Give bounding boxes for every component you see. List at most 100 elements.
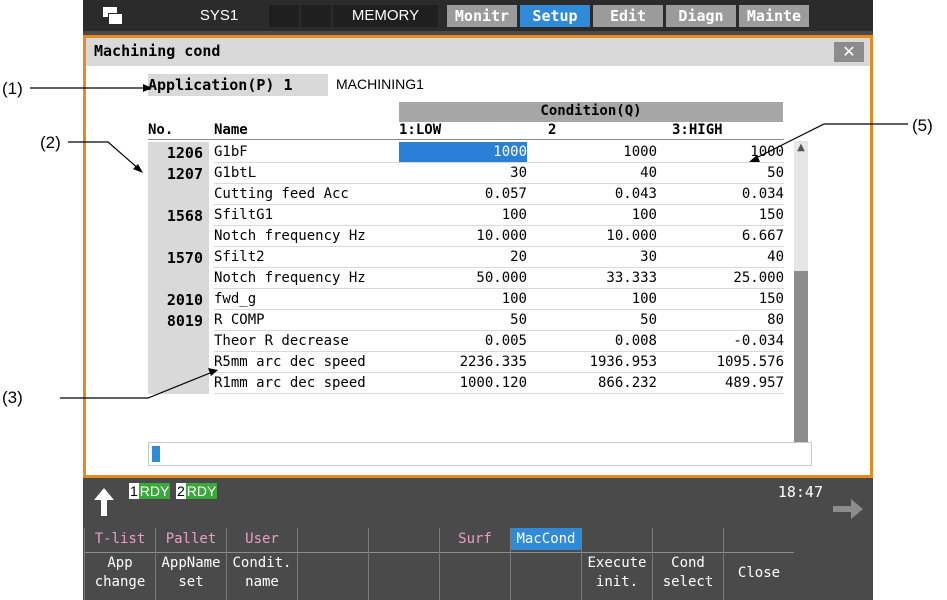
value-low[interactable]: 100 xyxy=(399,289,527,310)
window-switch-icon[interactable] xyxy=(103,7,123,25)
table-row[interactable]: R1mm arc dec speed 1000.120 866.232 489.957 xyxy=(148,373,784,394)
condition-header: Condition(Q) xyxy=(399,102,783,122)
value-low[interactable]: 0.057 xyxy=(399,184,527,205)
value-mid[interactable]: 100 xyxy=(527,205,657,226)
value-high[interactable]: 50 xyxy=(657,163,784,184)
mode-label: MEMORY xyxy=(333,5,438,27)
value-high[interactable]: 25.000 xyxy=(657,268,784,289)
param-number: 1570 xyxy=(148,247,209,268)
value-low[interactable]: 10.000 xyxy=(399,226,527,247)
menu-diagn[interactable]: Diagn xyxy=(666,5,736,27)
value-low[interactable]: 50.000 xyxy=(399,268,527,289)
softkey-divider xyxy=(369,552,439,553)
value-high[interactable]: 6.667 xyxy=(657,226,784,247)
status-slot-2 xyxy=(301,5,331,27)
table-row[interactable]: Notch frequency Hz 10.000 10.000 6.667 xyxy=(148,226,784,247)
rdy1-number: 1 xyxy=(129,483,139,499)
softkey-top-label: Surf xyxy=(458,531,492,547)
close-icon[interactable]: ✕ xyxy=(834,42,864,62)
value-low[interactable]: 2236.335 xyxy=(399,352,527,373)
table-row[interactable]: 1206 G1bF 1000 1000 1000 xyxy=(148,142,784,163)
value-mid[interactable]: 30 xyxy=(527,247,657,268)
softkey-top-label: User xyxy=(245,531,279,547)
value-high[interactable]: 489.957 xyxy=(657,373,784,394)
forward-arrow-icon[interactable] xyxy=(831,496,865,522)
table-row[interactable]: 8019 R COMP 50 50 80 xyxy=(148,310,784,331)
scroll-up-icon[interactable]: ▲ xyxy=(794,141,808,155)
value-mid[interactable]: 100 xyxy=(527,289,657,310)
application-value[interactable]: MACHINING1 xyxy=(336,76,424,92)
param-number: 8019 xyxy=(148,310,209,331)
menu-edit[interactable]: Edit xyxy=(593,5,663,27)
annotation-5: (5) xyxy=(912,116,933,135)
value-mid[interactable]: 1936.953 xyxy=(527,352,657,373)
value-high[interactable]: 150 xyxy=(657,289,784,310)
softkey-top-label: MacCond xyxy=(511,528,581,550)
menu-setup[interactable]: Setup xyxy=(520,5,590,27)
value-mid[interactable]: 40 xyxy=(527,163,657,184)
value-low[interactable]: 1000.120 xyxy=(399,373,527,394)
value-low[interactable]: 50 xyxy=(399,310,527,331)
value-low[interactable]: 20 xyxy=(399,247,527,268)
softkey-5[interactable] xyxy=(368,528,439,600)
value-low[interactable]: 100 xyxy=(399,205,527,226)
menu-mainte[interactable]: Mainte xyxy=(739,5,809,27)
table-row[interactable]: 1207 G1btL 30 40 50 xyxy=(148,163,784,184)
value-high[interactable]: 0.034 xyxy=(657,184,784,205)
top-status-bar: SYS1 MEMORY Monitr Setup Edit Diagn Main… xyxy=(83,0,873,31)
table-row[interactable]: 1568 SfiltG1 100 100 150 xyxy=(148,205,784,226)
softkey-bottom-label: Close xyxy=(737,565,781,581)
value-mid[interactable]: 10.000 xyxy=(527,226,657,247)
table-row[interactable]: 2010 fwd_g 100 100 150 xyxy=(148,289,784,310)
row-divider xyxy=(214,393,784,394)
annotation-3: (3) xyxy=(2,388,23,407)
col1-header: 1:LOW xyxy=(399,122,442,138)
scrollbar[interactable]: ▲ ▼ xyxy=(794,141,808,461)
value-mid[interactable]: 0.008 xyxy=(527,331,657,352)
value-mid[interactable]: 50 xyxy=(527,310,657,331)
table-row[interactable]: Theor R decrease 0.005 0.008 -0.034 xyxy=(148,331,784,352)
softkey-6[interactable]: Surf xyxy=(439,528,510,600)
value-high[interactable]: 1095.576 xyxy=(657,352,784,373)
softkey-divider xyxy=(440,552,510,553)
softkey-bottom-label xyxy=(440,564,510,600)
softkey-divider xyxy=(653,552,723,553)
softkey-1[interactable]: T-list App change xyxy=(84,528,155,600)
annotation-2: (2) xyxy=(40,133,61,152)
softkey-2[interactable]: Pallet AppName set xyxy=(155,528,226,600)
input-field[interactable] xyxy=(148,442,812,466)
softkey-3[interactable]: User Condit. name xyxy=(226,528,297,600)
softkey-4[interactable] xyxy=(297,528,368,600)
value-high[interactable]: 80 xyxy=(657,310,784,331)
softkey-9[interactable]: Cond select xyxy=(652,528,723,600)
softkey-7[interactable]: MacCond xyxy=(510,528,581,600)
system-label: SYS1 xyxy=(199,7,239,24)
value-mid[interactable]: 0.043 xyxy=(527,184,657,205)
value-high[interactable]: 40 xyxy=(657,247,784,268)
table-row[interactable]: Cutting feed Acc 0.057 0.043 0.034 xyxy=(148,184,784,205)
value-low[interactable]: 30 xyxy=(399,163,527,184)
value-low[interactable]: 1000 xyxy=(399,142,527,163)
value-mid[interactable]: 866.232 xyxy=(527,373,657,394)
softkey-bottom-label: Execute init. xyxy=(587,555,647,590)
col-name-header: Name xyxy=(214,122,248,138)
rdy1-status: RDY xyxy=(138,483,171,499)
softkey-top-label xyxy=(653,528,723,550)
table-row[interactable]: Notch frequency Hz 50.000 33.333 25.000 xyxy=(148,268,784,289)
value-mid[interactable]: 1000 xyxy=(527,142,657,163)
softkey-bottom-label xyxy=(511,564,581,600)
return-arrow-icon[interactable] xyxy=(91,486,117,520)
value-mid[interactable]: 33.333 xyxy=(527,268,657,289)
machining-cond-window: Machining cond ✕ Application(P) 1 MACHIN… xyxy=(83,35,873,478)
value-high[interactable]: -0.034 xyxy=(657,331,784,352)
value-high[interactable]: 1000 xyxy=(657,142,784,163)
value-low[interactable]: 0.005 xyxy=(399,331,527,352)
softkey-8[interactable]: Execute init. xyxy=(581,528,652,600)
scroll-thumb[interactable] xyxy=(794,271,808,446)
softkey-10[interactable]: Close xyxy=(723,528,794,600)
table-row[interactable]: 1570 Sfilt2 20 30 40 xyxy=(148,247,784,268)
value-high[interactable]: 150 xyxy=(657,205,784,226)
menu-monitr[interactable]: Monitr xyxy=(447,5,517,27)
param-number: 2010 xyxy=(148,289,209,310)
table-row[interactable]: R5mm arc dec speed 2236.335 1936.953 1095.5… xyxy=(148,352,784,373)
